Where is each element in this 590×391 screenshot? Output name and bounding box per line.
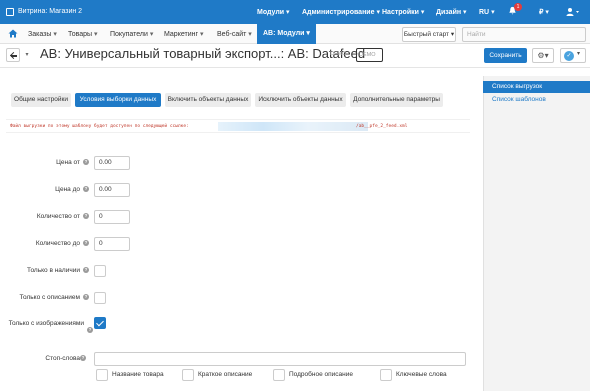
in-stock-label: Только в наличии <box>27 267 80 274</box>
tab-additional[interactable]: Дополнительные параметры <box>350 93 443 107</box>
stopwords-input[interactable] <box>94 352 466 366</box>
help-icon[interactable]: ? <box>83 267 89 273</box>
qty-to-input[interactable]: 0 <box>94 237 130 251</box>
top-bar: Витрина: Магазин 2 Модули Администрирова… <box>0 0 590 24</box>
feed-link-url[interactable]: /ab__pfe_2_feed.xml <box>356 124 407 129</box>
tab-general[interactable]: Общие настройки <box>11 93 71 107</box>
menu-administration[interactable]: Администрирование <box>302 8 380 16</box>
tab-include[interactable]: Включить объекты данных <box>165 93 251 107</box>
help-icon[interactable]: ? <box>87 327 93 333</box>
user-icon[interactable] <box>566 7 580 17</box>
qty-from-label: Количество от <box>36 213 80 220</box>
quick-start-button[interactable]: Быстрый старт ▾ <box>402 27 456 42</box>
stopwords-keywords-checkbox[interactable] <box>380 369 392 381</box>
nav-website[interactable]: Веб-сайт <box>217 30 252 38</box>
back-button[interactable] <box>6 48 20 62</box>
page-title: AB: Универсальный товарный экспорт...: A… <box>40 46 366 61</box>
tab-conditions[interactable]: Условия выборки данных <box>75 93 161 107</box>
help-icon[interactable]: ? <box>80 355 86 361</box>
menu-modules[interactable]: Модули <box>257 8 290 16</box>
with-description-checkbox[interactable] <box>94 292 106 304</box>
help-icon[interactable]: ? <box>83 213 89 219</box>
nav-orders[interactable]: Заказы <box>28 30 57 38</box>
store-name[interactable]: Витрина: Магазин 2 <box>18 8 82 15</box>
stopwords-full-desc-label: Подробное описание <box>289 371 353 378</box>
search-input[interactable]: Найти <box>462 27 586 42</box>
with-images-label: Только с изображениями <box>8 320 84 327</box>
sidebar-item-exports[interactable]: Список выгрузок <box>483 81 590 93</box>
price-from-label: Цена от <box>56 159 80 166</box>
feed-link-url-masked <box>218 122 368 131</box>
chevron-down-icon: ▾ <box>577 51 581 57</box>
addon-menu-button[interactable]: ✓ ▾ <box>560 48 586 63</box>
stopwords-product-name-label: Название товара <box>112 371 164 378</box>
stopwords-product-name-checkbox[interactable] <box>96 369 108 381</box>
nav-marketing[interactable]: Маркетинг <box>164 30 204 38</box>
notification-badge: 1 <box>514 3 522 11</box>
help-icon[interactable]: ? <box>83 294 89 300</box>
stopwords-short-desc-label: Краткое описание <box>198 371 253 378</box>
stopwords-label: Стоп-слова <box>45 355 80 362</box>
nav-customers[interactable]: Покупатели <box>110 30 153 38</box>
price-to-label: Цена до <box>55 186 80 193</box>
in-stock-checkbox[interactable] <box>94 265 106 277</box>
home-icon[interactable] <box>8 29 18 38</box>
stopwords-full-desc-checkbox[interactable] <box>273 369 285 381</box>
stopwords-keywords-label: Ключевые слова <box>396 371 447 378</box>
save-button[interactable]: Сохранить <box>484 48 527 63</box>
tab-exclude[interactable]: Исключить объекты данных <box>255 93 346 107</box>
sidebar <box>483 76 590 391</box>
qty-from-input[interactable]: 0 <box>94 210 130 224</box>
price-from-input[interactable]: 0.00 <box>94 156 130 170</box>
feed-link-text: Файл выгрузки по этому шаблону будет дос… <box>10 124 189 129</box>
menu-language[interactable]: RU <box>479 8 495 16</box>
gear-icon[interactable]: ⚙▾ <box>532 48 554 63</box>
with-images-checkbox[interactable] <box>94 317 106 329</box>
demo-badge[interactable]: DEMO <box>330 51 347 57</box>
menu-settings[interactable]: Настройки <box>382 8 424 16</box>
nav-ab-modules[interactable]: AB: Модули <box>257 24 316 44</box>
with-description-label: Только с описанием <box>19 294 80 301</box>
store-icon <box>6 8 14 16</box>
chevron-down-icon[interactable]: ▾ <box>22 48 32 62</box>
stopwords-short-desc-checkbox[interactable] <box>182 369 194 381</box>
demo-badge-selected[interactable]: DEMO <box>356 48 383 62</box>
addon-icon: ✓ <box>564 51 574 61</box>
sidebar-item-templates[interactable]: Список шаблонов <box>483 94 590 106</box>
nav-products[interactable]: Товары <box>68 30 98 38</box>
menu-design[interactable]: Дизайн <box>436 8 467 16</box>
menu-currency[interactable]: ₽ <box>539 8 549 16</box>
price-to-input[interactable]: 0.00 <box>94 183 130 197</box>
feed-link-row: Файл выгрузки по этому шаблону будет дос… <box>6 119 470 133</box>
help-icon[interactable]: ? <box>83 186 89 192</box>
help-icon[interactable]: ? <box>83 159 89 165</box>
help-icon[interactable]: ? <box>83 240 89 246</box>
qty-to-label: Количество до <box>35 240 80 247</box>
